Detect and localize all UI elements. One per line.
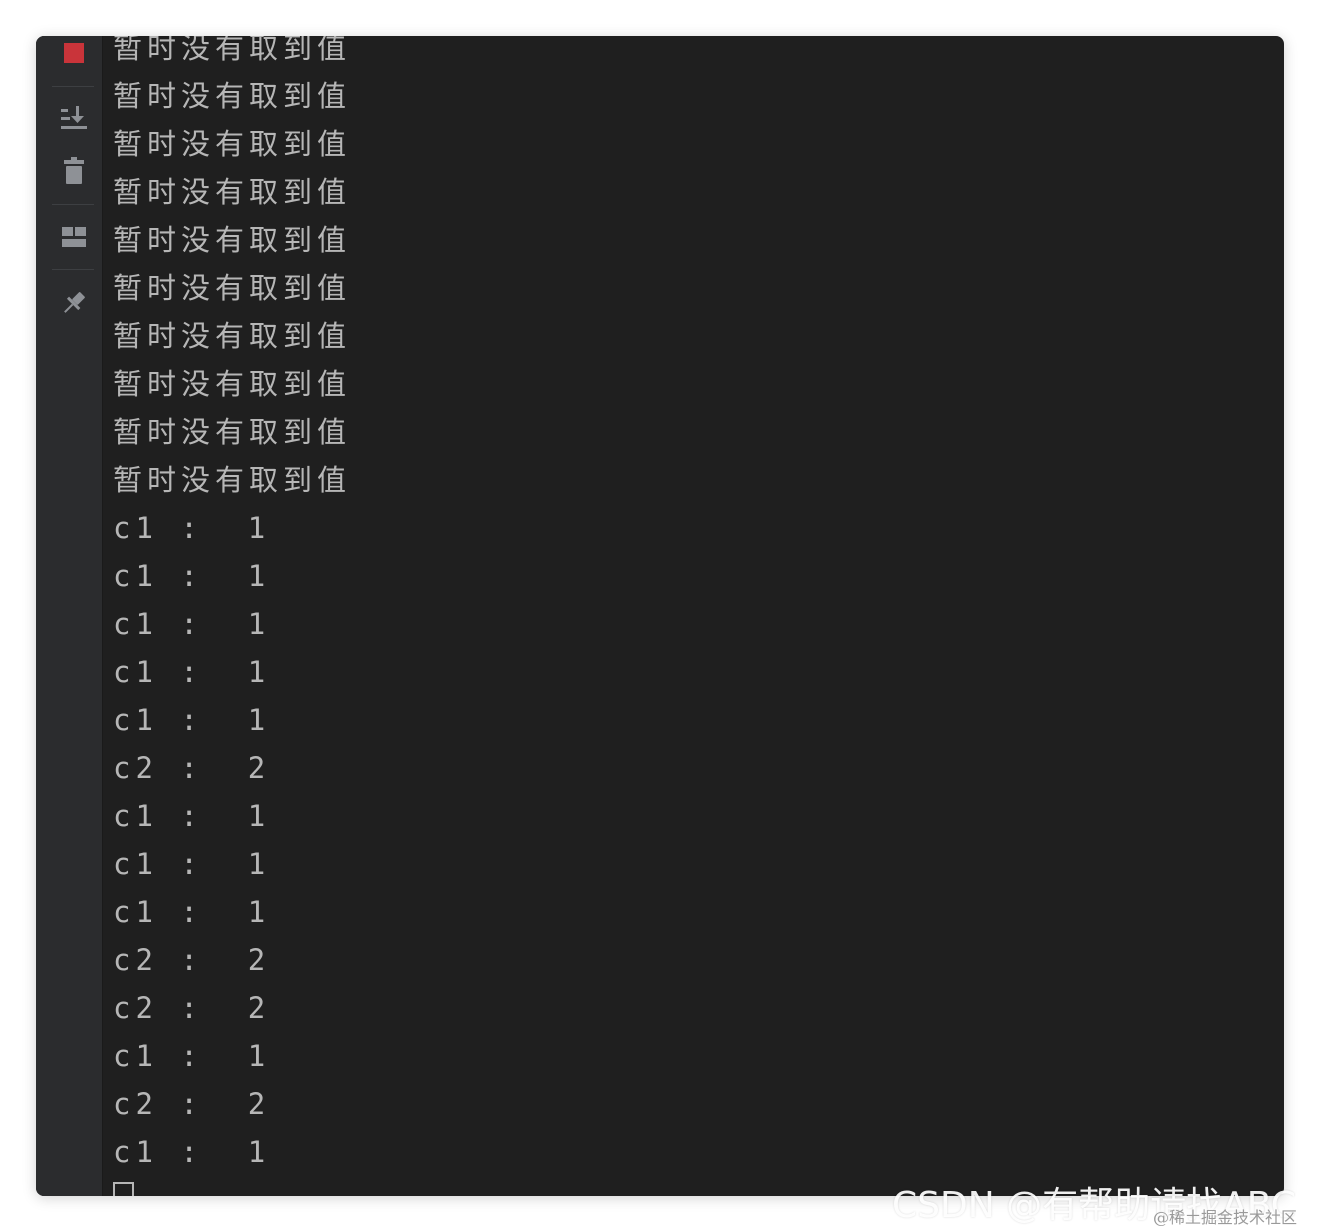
layout-icon — [61, 226, 87, 248]
console-output[interactable]: 暂时没有取到值 暂时没有取到值 暂时没有取到值 暂时没有取到值 暂时没有取到值 暂时没有取… — [113, 36, 1284, 1196]
console-line: c2 : 2 — [113, 1087, 271, 1121]
pin-icon — [60, 289, 88, 317]
console-line: 暂时没有取到值 — [113, 367, 352, 401]
console-line: 暂时没有取到值 — [113, 463, 352, 497]
toolbar-divider — [52, 269, 94, 270]
console-toolbar — [36, 36, 103, 1196]
stop-icon — [64, 43, 84, 63]
console-line: c1 : 1 — [113, 799, 271, 833]
pin-tab-button[interactable] — [54, 283, 94, 323]
console-line: c1 : 1 — [113, 607, 271, 641]
console-line: c1 : 1 — [113, 895, 271, 929]
text-cursor — [113, 1182, 134, 1196]
scroll-to-end-button[interactable] — [54, 98, 94, 138]
console-line: c1 : 1 — [113, 847, 271, 881]
console-line: 暂时没有取到值 — [113, 175, 352, 209]
console-line: c1 : 1 — [113, 511, 271, 545]
toolbar-divider — [52, 204, 94, 205]
console-line: c1 : 1 — [113, 1039, 271, 1073]
trash-icon — [63, 157, 85, 185]
console-line: c2 : 2 — [113, 991, 271, 1025]
toolbar-divider — [52, 86, 94, 87]
console-line: c2 : 2 — [113, 751, 271, 785]
console-line: c1 : 1 — [113, 559, 271, 593]
scroll-to-end-icon — [60, 105, 88, 131]
console-line: 暂时没有取到值 — [113, 319, 352, 353]
console-line: c1 : 1 — [113, 703, 271, 737]
console-line: c1 : 1 — [113, 1135, 271, 1169]
console-line: 暂时没有取到值 — [113, 415, 352, 449]
console-line: 暂时没有取到值 — [113, 79, 352, 113]
juejin-watermark: @稀土掘金技术社区 — [1153, 1208, 1298, 1227]
run-console-window: 暂时没有取到值 暂时没有取到值 暂时没有取到值 暂时没有取到值 暂时没有取到值 暂时没有取… — [36, 36, 1284, 1196]
console-line: c1 : 1 — [113, 655, 271, 689]
layout-button[interactable] — [54, 217, 94, 257]
console-line: 暂时没有取到值 — [113, 36, 352, 65]
console-line: 暂时没有取到值 — [113, 223, 352, 257]
console-line: 暂时没有取到值 — [113, 271, 352, 305]
stop-button[interactable] — [54, 36, 94, 73]
console-line: 暂时没有取到值 — [113, 127, 352, 161]
clear-all-button[interactable] — [54, 151, 94, 191]
console-line: c2 : 2 — [113, 943, 271, 977]
